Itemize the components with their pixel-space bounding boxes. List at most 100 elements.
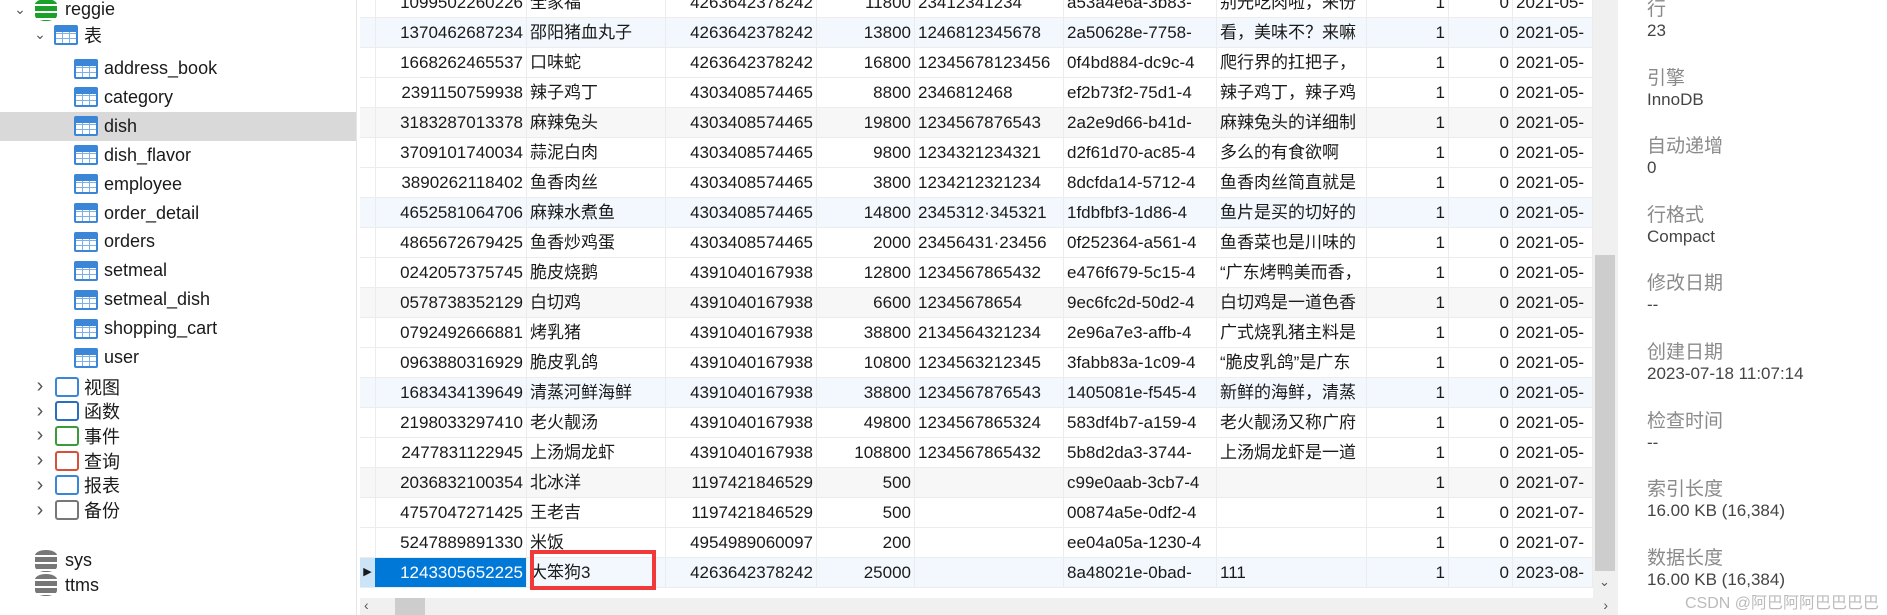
row-header[interactable] (360, 0, 376, 17)
cell-image[interactable]: 2a50628e-7758- (1064, 18, 1217, 47)
cell-sort[interactable]: 0 (1449, 348, 1513, 377)
cell-name[interactable]: 口味蛇 (527, 48, 666, 77)
cell-id[interactable]: 1683434139649 (375, 378, 527, 407)
cell-price[interactable]: 500 (817, 468, 915, 497)
cell-status[interactable]: 1 (1367, 108, 1449, 137)
cell-create-time[interactable]: 2021-05- (1513, 348, 1593, 377)
cell-status[interactable]: 1 (1367, 198, 1449, 227)
cell-description[interactable]: 多么的有食欲啊 (1217, 138, 1367, 167)
cell-code[interactable]: 1234321234321 (915, 138, 1064, 167)
cell-create-time[interactable]: 2021-07- (1513, 498, 1593, 527)
table-row[interactable]: 1668262465537 口味蛇 4263642378242 16800 123456… (360, 48, 1593, 78)
cell-image[interactable]: 1405081e-f545-4 (1064, 378, 1217, 407)
cell-id[interactable]: 0578738352129 (375, 288, 527, 317)
cell-create-time[interactable]: 2021-05- (1513, 108, 1593, 137)
cell-code[interactable]: 1234563212345 (915, 348, 1064, 377)
cell-id[interactable]: 0792492666881 (375, 318, 527, 347)
table-row[interactable]: 3709101740034 蒜泥白肉 4303408574465 9800 123432… (360, 138, 1593, 168)
cell-image[interactable]: 8dcfda14-5712-4 (1064, 168, 1217, 197)
table-row[interactable]: 2198033297410 老火靓汤 4391040167938 49800 12345… (360, 408, 1593, 438)
cell-status[interactable]: 1 (1367, 288, 1449, 317)
cell-image[interactable]: 3fabb83a-1c09-4 (1064, 348, 1217, 377)
scroll-down-icon[interactable]: ⌄ (1599, 574, 1610, 590)
cell-sort[interactable]: 0 (1449, 408, 1513, 437)
cell-price[interactable]: 16800 (817, 48, 915, 77)
table-row[interactable]: 4865672679425 鱼香炒鸡蛋 4303408574465 2000 23456… (360, 228, 1593, 258)
cell-id[interactable]: 1668262465537 (375, 48, 527, 77)
table-row[interactable]: 1683434139649 清蒸河鲜海鲜 4391040167938 38800 123… (360, 378, 1593, 408)
scroll-left-icon[interactable]: ‹ (364, 597, 369, 613)
cell-price[interactable]: 500 (817, 498, 915, 527)
cell-image[interactable]: c99e0aab-3cb7-4 (1064, 468, 1217, 497)
cell-status[interactable]: 1 (1367, 318, 1449, 347)
cell-sort[interactable]: 0 (1449, 498, 1513, 527)
tree-item-group[interactable]: › 备份 (0, 496, 356, 525)
tree-item-table-setmeal[interactable]: setmeal (0, 256, 356, 285)
tree-item-tables-group[interactable]: ⌄ 表 (0, 20, 356, 49)
cell-status[interactable]: 1 (1367, 0, 1449, 17)
cell-id[interactable]: 2198033297410 (375, 408, 527, 437)
cell-status[interactable]: 1 (1367, 558, 1449, 587)
row-header[interactable] (360, 378, 376, 407)
cell-sort[interactable]: 0 (1449, 438, 1513, 467)
cell-create-time[interactable]: 2021-05- (1513, 78, 1593, 107)
scrollbar-thumb[interactable] (395, 598, 425, 615)
row-header[interactable] (360, 468, 376, 497)
cell-image[interactable]: 1fdbfbf3-1d86-4 (1064, 198, 1217, 227)
cell-description[interactable]: 看，美味不？来嘛 (1217, 18, 1367, 47)
cell-create-time[interactable]: 2021-05- (1513, 318, 1593, 347)
cell-category-id[interactable]: 4303408574465 (666, 78, 817, 107)
cell-image[interactable]: d2f61d70-ac85-4 (1064, 138, 1217, 167)
cell-code[interactable]: 2345312·345321 (915, 198, 1064, 227)
cell-description[interactable]: 上汤焗龙虾是一道 (1217, 438, 1367, 467)
cell-name[interactable]: 上汤焗龙虾 (527, 438, 666, 467)
cell-image[interactable]: 8a48021e-0bad- (1064, 558, 1217, 587)
cell-category-id[interactable]: 4263642378242 (666, 0, 817, 17)
cell-create-time[interactable]: 2021-05- (1513, 288, 1593, 317)
cell-price[interactable]: 9800 (817, 138, 915, 167)
cell-sort[interactable]: 0 (1449, 18, 1513, 47)
cell-create-time[interactable]: 2021-05- (1513, 258, 1593, 287)
row-header[interactable] (360, 408, 376, 437)
cell-price[interactable]: 13800 (817, 18, 915, 47)
cell-status[interactable]: 1 (1367, 528, 1449, 557)
cell-sort[interactable]: 0 (1449, 138, 1513, 167)
horizontal-scrollbar[interactable]: ‹ › (360, 597, 1618, 615)
table-row[interactable]: 3890262118402 鱼香肉丝 4303408574465 3800 123421… (360, 168, 1593, 198)
cell-sort[interactable]: 0 (1449, 288, 1513, 317)
cell-name[interactable]: 老火靓汤 (527, 408, 666, 437)
cell-image[interactable]: e476f679-5c15-4 (1064, 258, 1217, 287)
cell-name[interactable]: 脆皮烧鹅 (527, 258, 666, 287)
cell-id[interactable]: 1243305652225 (375, 558, 527, 587)
cell-image[interactable]: 0f252364-a561-4 (1064, 228, 1217, 257)
table-row[interactable]: 4757047271425 王老吉 1197421846529 500 00874a5e… (360, 498, 1593, 528)
cell-price[interactable]: 3800 (817, 168, 915, 197)
cell-name[interactable]: 清蒸河鲜海鲜 (527, 378, 666, 407)
cell-code[interactable] (915, 558, 1064, 587)
cell-status[interactable]: 1 (1367, 78, 1449, 107)
cell-name[interactable]: 脆皮乳鸽 (527, 348, 666, 377)
cell-price[interactable]: 49800 (817, 408, 915, 437)
cell-category-id[interactable]: 4303408574465 (666, 138, 817, 167)
chevron-down-icon[interactable]: ⌄ (33, 26, 47, 43)
tree-item-table-shopping-cart[interactable]: shopping_cart (0, 314, 356, 343)
tree-item-table-order-detail[interactable]: order_detail (0, 199, 356, 228)
cell-code[interactable]: 23456431·23456 (915, 228, 1064, 257)
cell-description[interactable]: 爬行界的扛把子， (1217, 48, 1367, 77)
row-header[interactable] (360, 528, 376, 557)
cell-description[interactable]: “广东烤鸭美而香， (1217, 258, 1367, 287)
cell-status[interactable]: 1 (1367, 18, 1449, 47)
cell-image[interactable]: a53a4e6a-3b83- (1064, 0, 1217, 17)
cell-description[interactable]: “脆皮乳鸽”是广东 (1217, 348, 1367, 377)
cell-sort[interactable]: 0 (1449, 378, 1513, 407)
cell-category-id[interactable]: 4391040167938 (666, 378, 817, 407)
cell-code[interactable]: 1234567876543 (915, 378, 1064, 407)
chevron-right-icon[interactable]: › (33, 499, 47, 522)
table-row[interactable]: 1370462687234 邵阳猪血丸子 4263642378242 13800 124… (360, 18, 1593, 48)
chevron-right-icon[interactable]: › (33, 400, 47, 423)
row-header[interactable] (360, 18, 376, 47)
cell-image[interactable]: 2e96a7e3-affb-4 (1064, 318, 1217, 347)
cell-category-id[interactable]: 4303408574465 (666, 108, 817, 137)
cell-status[interactable]: 1 (1367, 348, 1449, 377)
cell-code[interactable]: 1234567865432 (915, 438, 1064, 467)
